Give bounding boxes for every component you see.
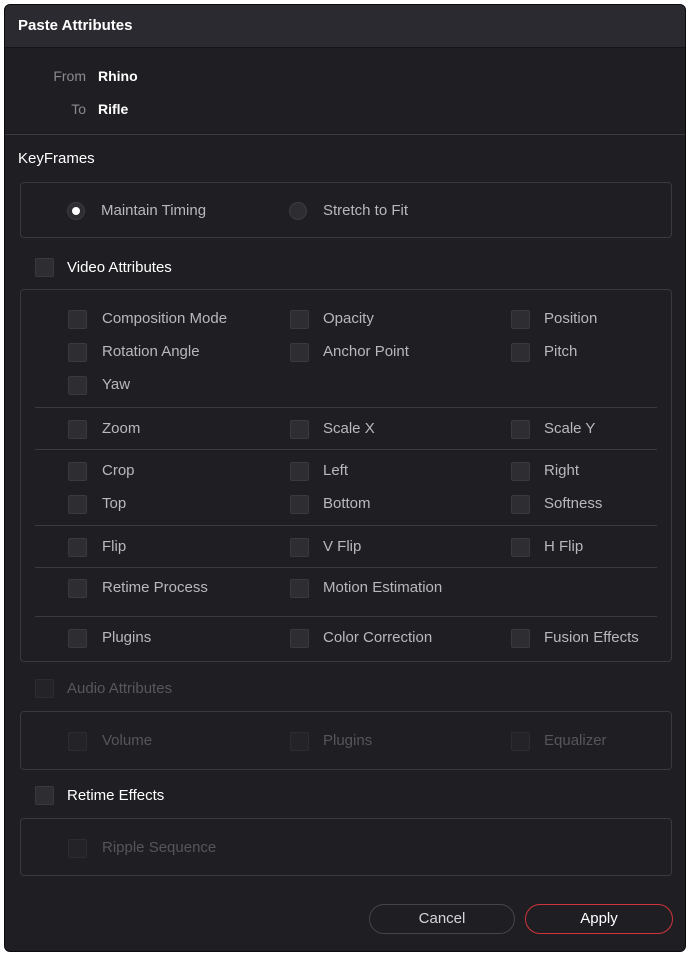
keyframes-label: KeyFrames: [18, 150, 95, 167]
flip-label[interactable]: Flip: [102, 538, 126, 555]
retime-process-checkbox[interactable]: [68, 579, 87, 598]
scale-x-checkbox[interactable]: [290, 420, 309, 439]
flip-checkbox[interactable]: [68, 538, 87, 557]
keyframes-box: Maintain Timing Stretch to Fit: [20, 182, 672, 238]
position-label[interactable]: Position: [544, 310, 597, 327]
video-attributes-label[interactable]: Video Attributes: [67, 259, 172, 276]
audio-plugins-label: Plugins: [323, 732, 373, 749]
header-divider: [5, 134, 685, 135]
from-value: Rhino: [98, 68, 138, 84]
video-plugins-label[interactable]: Plugins: [102, 629, 151, 646]
opacity-label[interactable]: Opacity: [323, 310, 374, 327]
retime-effects-box: Ripple Sequence: [20, 818, 672, 876]
v-flip-checkbox[interactable]: [290, 538, 309, 557]
position-checkbox[interactable]: [511, 310, 530, 329]
paste-attributes-dialog: Paste Attributes From Rhino To Rifle Key…: [4, 4, 686, 952]
apply-button[interactable]: Apply: [525, 904, 673, 934]
maintain-timing-radio[interactable]: [67, 202, 85, 220]
color-correction-checkbox[interactable]: [290, 629, 309, 648]
group-divider: [35, 567, 657, 568]
fusion-effects-label[interactable]: Fusion Effects: [544, 629, 639, 646]
zoom-checkbox[interactable]: [68, 420, 87, 439]
v-flip-label[interactable]: V Flip: [323, 538, 361, 555]
retime-effects-label[interactable]: Retime Effects: [67, 787, 164, 804]
stretch-to-fit-label[interactable]: Stretch to Fit: [323, 202, 408, 219]
composition-mode-checkbox[interactable]: [68, 310, 87, 329]
bottom-label[interactable]: Bottom: [323, 495, 371, 512]
left-checkbox[interactable]: [290, 462, 309, 481]
pitch-label[interactable]: Pitch: [544, 343, 577, 360]
h-flip-label[interactable]: H Flip: [544, 538, 583, 555]
audio-plugins-checkbox: [290, 732, 309, 751]
video-plugins-checkbox[interactable]: [68, 629, 87, 648]
to-label: To: [71, 101, 86, 117]
fusion-effects-checkbox[interactable]: [511, 629, 530, 648]
anchor-point-checkbox[interactable]: [290, 343, 309, 362]
scale-y-checkbox[interactable]: [511, 420, 530, 439]
maintain-timing-label[interactable]: Maintain Timing: [101, 202, 206, 219]
pitch-checkbox[interactable]: [511, 343, 530, 362]
scale-y-label[interactable]: Scale Y: [544, 420, 595, 437]
crop-label[interactable]: Crop: [102, 462, 135, 479]
left-label[interactable]: Left: [323, 462, 348, 479]
retime-effects-checkbox[interactable]: [35, 786, 54, 805]
motion-estimation-checkbox[interactable]: [290, 579, 309, 598]
composition-mode-label[interactable]: Composition Mode: [102, 310, 227, 327]
to-value: Rifle: [98, 101, 129, 117]
right-label[interactable]: Right: [544, 462, 579, 479]
volume-label: Volume: [102, 732, 153, 749]
ripple-sequence-checkbox: [68, 839, 87, 858]
crop-checkbox[interactable]: [68, 462, 87, 481]
right-checkbox[interactable]: [511, 462, 530, 481]
dialog-title: Paste Attributes: [18, 17, 133, 34]
zoom-label[interactable]: Zoom: [102, 420, 140, 437]
color-correction-label[interactable]: Color Correction: [323, 629, 432, 646]
yaw-checkbox[interactable]: [68, 376, 87, 395]
group-divider: [35, 449, 657, 450]
softness-checkbox[interactable]: [511, 495, 530, 514]
equalizer-checkbox: [511, 732, 530, 751]
group-divider: [35, 407, 657, 408]
from-label: From: [53, 68, 86, 84]
stretch-to-fit-radio[interactable]: [289, 202, 307, 220]
scale-x-label[interactable]: Scale X: [323, 420, 375, 437]
video-attributes-box: Composition Mode Opacity Position Rotati…: [20, 289, 672, 662]
rotation-angle-checkbox[interactable]: [68, 343, 87, 362]
opacity-checkbox[interactable]: [290, 310, 309, 329]
softness-label[interactable]: Softness: [544, 495, 602, 512]
audio-attributes-box: Volume Plugins Equalizer: [20, 711, 672, 770]
cancel-button[interactable]: Cancel: [369, 904, 515, 934]
equalizer-label: Equalizer: [544, 732, 607, 749]
yaw-label[interactable]: Yaw: [102, 376, 130, 393]
group-divider: [35, 525, 657, 526]
anchor-point-label[interactable]: Anchor Point: [323, 343, 409, 360]
dialog-titlebar: Paste Attributes: [5, 5, 685, 48]
bottom-checkbox[interactable]: [290, 495, 309, 514]
top-label[interactable]: Top: [102, 495, 126, 512]
h-flip-checkbox[interactable]: [511, 538, 530, 557]
audio-attributes-checkbox: [35, 679, 54, 698]
top-checkbox[interactable]: [68, 495, 87, 514]
group-divider: [35, 616, 657, 617]
video-attributes-checkbox[interactable]: [35, 258, 54, 277]
retime-process-label[interactable]: Retime Process: [102, 579, 208, 596]
rotation-angle-label[interactable]: Rotation Angle: [102, 343, 200, 360]
volume-checkbox: [68, 732, 87, 751]
motion-estimation-label[interactable]: Motion Estimation: [323, 579, 442, 596]
ripple-sequence-label: Ripple Sequence: [102, 839, 217, 856]
audio-attributes-label: Audio Attributes: [67, 680, 173, 697]
